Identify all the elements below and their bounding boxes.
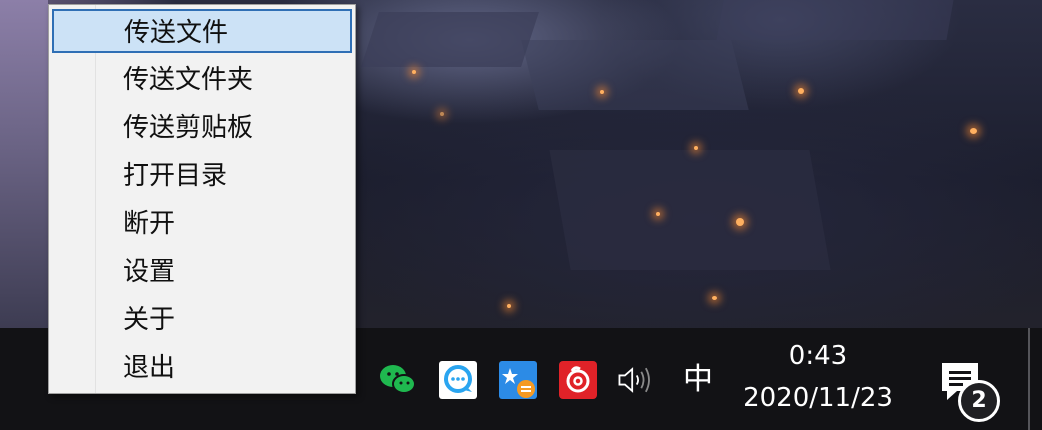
ime-indicator[interactable]: 中	[678, 358, 718, 402]
wallpaper-ember	[600, 90, 604, 94]
netease-music-icon[interactable]	[558, 360, 598, 400]
menu-item-label: 传送文件夹	[123, 65, 254, 95]
show-desktop-button[interactable]	[1028, 328, 1030, 430]
menu-item-about[interactable]: 关于	[52, 297, 352, 341]
wallpaper-ember	[798, 88, 804, 94]
wallpaper-ember	[412, 70, 416, 74]
volume-icon[interactable]	[614, 360, 654, 400]
wallpaper-ember	[507, 304, 511, 308]
wallpaper-ember	[656, 212, 660, 216]
taskbar-clock[interactable]: 0:43 2020/11/23	[728, 336, 908, 426]
chat-bubble-icon[interactable]	[438, 360, 478, 400]
menu-item-label: 退出	[123, 353, 176, 383]
menu-item-label: 关于	[123, 305, 176, 335]
menu-item-label: 打开目录	[123, 161, 228, 191]
star-list-icon[interactable]	[498, 360, 538, 400]
wechat-icon[interactable]	[378, 360, 418, 400]
menu-item-exit[interactable]: 退出	[52, 345, 352, 389]
menu-item-label: 断开	[123, 209, 176, 239]
wallpaper-rock	[716, 0, 954, 40]
wallpaper-ember	[694, 146, 698, 150]
wallpaper-ember	[736, 218, 744, 226]
wallpaper-ember	[970, 128, 977, 134]
menu-item-open-directory[interactable]: 打开目录	[52, 153, 352, 197]
menu-item-label: 传送文件	[124, 18, 229, 48]
menu-item-disconnect[interactable]: 断开	[52, 201, 352, 245]
wallpaper-rock	[361, 12, 539, 67]
menu-item-label: 传送剪贴板	[123, 113, 254, 143]
wallpaper-ember	[440, 112, 444, 116]
menu-item-send-file[interactable]: 传送文件	[52, 9, 352, 53]
menu-item-label: 设置	[123, 257, 176, 287]
wallpaper-ember	[712, 296, 717, 300]
clock-time: 0:43	[788, 341, 848, 371]
menu-item-send-clipboard[interactable]: 传送剪贴板	[52, 105, 352, 149]
notification-count-badge: 2	[958, 380, 1000, 422]
menu-item-settings[interactable]: 设置	[52, 249, 352, 293]
clock-date: 2020/11/23	[743, 383, 893, 413]
menu-item-send-folder[interactable]: 传送文件夹	[52, 57, 352, 101]
wallpaper-left-glow	[0, 0, 48, 328]
wallpaper-rock	[549, 150, 831, 270]
wallpaper-rock	[521, 40, 749, 110]
tray-context-menu: 传送文件 传送文件夹 传送剪贴板 打开目录 断开 设置 关于 退出	[48, 4, 356, 394]
